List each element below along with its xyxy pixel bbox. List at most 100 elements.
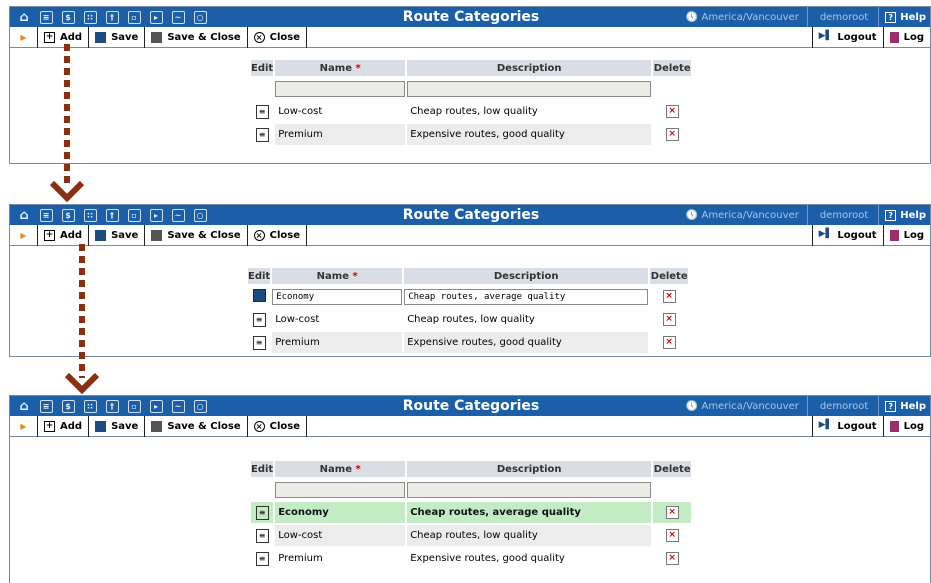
dollar-icon[interactable]: $ <box>57 205 79 225</box>
tariff-icon[interactable]: ▫ <box>123 7 145 27</box>
delete-icon[interactable]: × <box>662 290 676 303</box>
chart-icon[interactable]: ~ <box>167 205 189 225</box>
table-row: ≡ Premium Expensive routes, good quality… <box>251 548 691 569</box>
log-button[interactable]: Log <box>882 27 930 48</box>
description-input[interactable]: Cheap routes, average quality <box>404 288 649 305</box>
edit-icon[interactable]: ≡ <box>252 335 266 350</box>
grid-icon[interactable]: ∷ <box>79 7 101 27</box>
grid-icon[interactable]: ∷ <box>79 396 101 416</box>
timezone-link[interactable]: 🕔 America/Vancouver <box>678 7 808 27</box>
table-row: ≡ Low-cost Cheap routes, low quality × <box>251 525 691 546</box>
screen-panel-1: ⌂ ≡ $ ∷ † ▫ ▸ ~ ○ Route Categories 🕔 Ame… <box>9 6 931 164</box>
close-button[interactable]: × Close <box>248 415 308 437</box>
edit-icon[interactable]: ≡ <box>255 528 269 543</box>
chart-icon[interactable]: ~ <box>167 396 189 416</box>
home-icon[interactable]: ⌂ <box>13 7 35 27</box>
save-close-button[interactable]: Save & Close <box>145 224 248 246</box>
close-button[interactable]: × Close <box>248 224 308 246</box>
delete-icon[interactable]: × <box>665 552 679 565</box>
delete-icon[interactable]: × <box>665 105 679 118</box>
save-button[interactable]: Save <box>89 26 146 48</box>
add-button[interactable]: + Add <box>38 26 90 48</box>
export-icon[interactable]: ▸ <box>145 205 167 225</box>
table-row: ≡ Premium Expensive routes, good quality… <box>251 124 691 145</box>
logout-label: Logout <box>837 230 877 241</box>
chart-icon[interactable]: ~ <box>167 7 189 27</box>
delete-icon[interactable]: × <box>665 128 679 141</box>
header-delete: Delete <box>653 461 692 477</box>
add-label: Add <box>60 31 83 43</box>
row-name: Premium <box>272 332 403 353</box>
header-description[interactable]: Description <box>407 461 652 477</box>
description-filter-input[interactable] <box>407 80 652 97</box>
user-link[interactable]: demoroot <box>808 205 880 225</box>
flow-arrow-1-head <box>49 180 85 203</box>
toolbar-arrow-icon: ▶ <box>10 224 38 246</box>
filter-row <box>251 78 691 99</box>
logout-icon: ▶▌ <box>818 31 833 41</box>
timezone-link[interactable]: 🕔 America/Vancouver <box>678 205 808 225</box>
edit-icon[interactable]: ≡ <box>255 104 269 119</box>
person-icon[interactable]: † <box>101 396 123 416</box>
save-button[interactable]: Save <box>89 224 146 246</box>
user-link[interactable]: demoroot <box>808 396 880 416</box>
list-icon[interactable]: ≡ <box>35 7 57 27</box>
search-icon[interactable]: ○ <box>189 7 211 27</box>
header-name[interactable]: Name * <box>275 461 406 477</box>
name-filter-input[interactable] <box>275 80 406 97</box>
person-icon[interactable]: † <box>101 7 123 27</box>
logout-button[interactable]: ▶▌ Logout <box>811 225 883 246</box>
description-filter-input[interactable] <box>407 481 652 498</box>
row-description: Expensive routes, good quality <box>407 124 652 145</box>
help-label: Help <box>900 209 926 221</box>
name-filter-input[interactable] <box>275 481 406 498</box>
header-name[interactable]: Name * <box>272 268 403 284</box>
log-button[interactable]: Log <box>882 416 930 437</box>
close-button[interactable]: × Close <box>248 26 308 48</box>
header-description[interactable]: Description <box>407 60 652 76</box>
header-name[interactable]: Name * <box>275 60 406 76</box>
tariff-icon[interactable]: ▫ <box>123 396 145 416</box>
add-button[interactable]: + Add <box>38 415 90 437</box>
edit-icon[interactable]: ≡ <box>252 312 266 327</box>
dollar-icon[interactable]: $ <box>57 7 79 27</box>
help-button[interactable]: ? Help <box>879 7 930 27</box>
grid-icon[interactable]: ∷ <box>79 205 101 225</box>
logout-button[interactable]: ▶▌ Logout <box>811 27 883 48</box>
export-icon[interactable]: ▸ <box>145 7 167 27</box>
list-icon[interactable]: ≡ <box>35 396 57 416</box>
delete-icon[interactable]: × <box>665 529 679 542</box>
save-row-icon[interactable] <box>252 288 266 302</box>
delete-icon[interactable]: × <box>662 336 676 349</box>
search-icon[interactable]: ○ <box>189 205 211 225</box>
log-icon <box>889 32 899 43</box>
timezone-link[interactable]: 🕔 America/Vancouver <box>678 396 808 416</box>
dollar-icon[interactable]: $ <box>57 396 79 416</box>
save-close-button[interactable]: Save & Close <box>145 415 248 437</box>
list-icon[interactable]: ≡ <box>35 205 57 225</box>
header-edit: Edit <box>251 461 274 477</box>
delete-icon[interactable]: × <box>662 313 676 326</box>
save-close-button[interactable]: Save & Close <box>145 26 248 48</box>
add-button[interactable]: + Add <box>38 224 90 246</box>
person-icon[interactable]: † <box>101 205 123 225</box>
edit-icon[interactable]: ≡ <box>255 127 269 142</box>
row-name: Low-cost <box>275 525 406 546</box>
export-icon[interactable]: ▸ <box>145 396 167 416</box>
help-button[interactable]: ? Help <box>879 396 930 416</box>
help-button[interactable]: ? Help <box>879 205 930 225</box>
tariff-icon[interactable]: ▫ <box>123 205 145 225</box>
logout-button[interactable]: ▶▌ Logout <box>811 416 883 437</box>
search-icon[interactable]: ○ <box>189 396 211 416</box>
home-icon[interactable]: ⌂ <box>13 396 35 416</box>
edit-icon[interactable]: ≡ <box>255 551 269 566</box>
header-description[interactable]: Description <box>404 268 649 284</box>
edit-icon[interactable]: ≡ <box>255 505 269 520</box>
table-row: ≡ Premium Expensive routes, good quality… <box>248 332 688 353</box>
save-button[interactable]: Save <box>89 415 146 437</box>
delete-icon[interactable]: × <box>665 506 679 519</box>
log-button[interactable]: Log <box>882 225 930 246</box>
user-link[interactable]: demoroot <box>808 7 880 27</box>
name-input[interactable]: Economy <box>272 288 403 305</box>
home-icon[interactable]: ⌂ <box>13 205 35 225</box>
